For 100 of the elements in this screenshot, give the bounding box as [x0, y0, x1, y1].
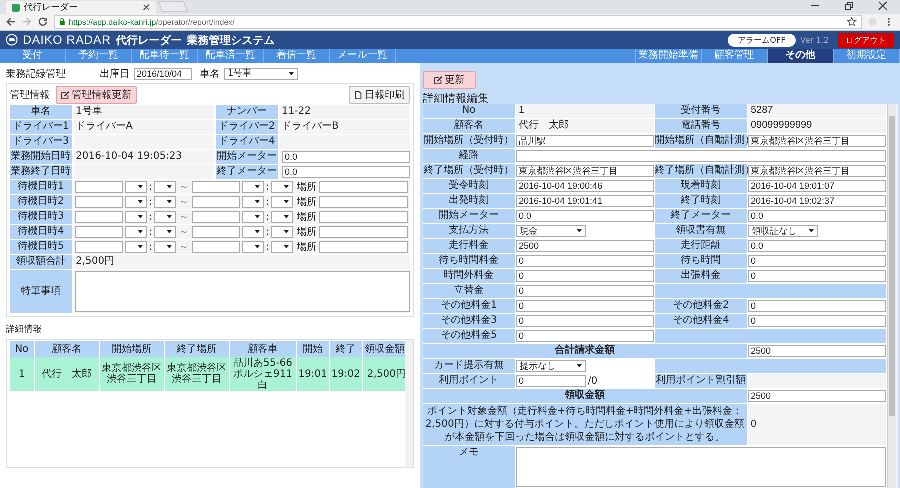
caret-icon [577, 229, 582, 233]
minute-dropdown[interactable] [154, 196, 176, 208]
input-field[interactable]: 0 [748, 255, 886, 267]
input-field[interactable]: 2016-10-04 19:02:37 [748, 195, 886, 207]
input-field[interactable]: 2016-10-04 19:01:41 [516, 195, 654, 207]
close-icon[interactable] [143, 4, 150, 11]
reload-icon[interactable] [38, 17, 48, 27]
field-label: 終了メーター [216, 165, 278, 179]
nav-tab[interactable]: その他 [768, 49, 834, 63]
field-label: 出庫日 [100, 68, 130, 80]
field-label: 領収額合計 [10, 255, 72, 269]
minute-dropdown[interactable] [271, 241, 293, 253]
input-field[interactable]: 0.0 [516, 210, 654, 222]
date-field[interactable] [75, 181, 123, 193]
input-field[interactable]: 東京都渋谷区渋谷三丁目 [748, 165, 886, 177]
input-field[interactable]: 0 [516, 330, 654, 342]
input-field[interactable]: 2500 [516, 240, 654, 252]
input-field[interactable]: 0 [748, 270, 886, 282]
input-field[interactable]: 0 [516, 255, 654, 267]
input-field[interactable]: 2016-10-04 19:01:07 [748, 180, 886, 192]
field-label: 開始メーター [216, 150, 278, 164]
caret-icon [167, 185, 172, 189]
close-icon[interactable] [878, 1, 888, 11]
dropdown[interactable]: 提示なし [516, 360, 586, 372]
date-field[interactable] [192, 211, 240, 223]
date-field[interactable] [75, 241, 123, 253]
input-field[interactable]: 0.0 [748, 210, 886, 222]
place-field[interactable] [319, 241, 408, 253]
update-button[interactable]: 更新 [423, 71, 476, 89]
date-field[interactable]: 2016/10/04 [134, 68, 192, 80]
hour-dropdown[interactable] [242, 181, 264, 193]
route-field[interactable] [516, 150, 886, 162]
date-field[interactable] [75, 211, 123, 223]
hour-dropdown[interactable] [125, 211, 147, 223]
date-field[interactable] [192, 241, 240, 253]
car-dropdown[interactable]: 1号車 [224, 68, 298, 80]
place-field[interactable] [319, 181, 408, 193]
field-label: 場所 [297, 180, 317, 194]
input-field[interactable]: 東京都渋谷区渋谷三丁目 [516, 165, 654, 177]
caret-icon [167, 245, 172, 249]
input-field[interactable]: 0.0 [282, 166, 410, 178]
restore-icon[interactable] [844, 1, 854, 11]
date-field[interactable] [192, 226, 240, 238]
input-field[interactable]: 2500 [748, 345, 886, 357]
place-field[interactable] [319, 211, 408, 223]
hour-dropdown[interactable] [242, 196, 264, 208]
date-field[interactable] [192, 196, 240, 208]
minute-dropdown[interactable] [154, 181, 176, 193]
logo-text: DAIKO RADAR [23, 33, 112, 47]
hour-dropdown[interactable] [125, 241, 147, 253]
hour-dropdown[interactable] [242, 226, 264, 238]
minute-dropdown[interactable] [271, 226, 293, 238]
minute-dropdown[interactable] [271, 196, 293, 208]
input-field[interactable]: 0.0 [748, 240, 886, 252]
minute-dropdown[interactable] [154, 226, 176, 238]
alarm-button[interactable]: アラームOFF [728, 34, 796, 46]
field-label: 場所 [297, 196, 317, 209]
input-field[interactable]: 0 [748, 315, 886, 327]
document-icon [354, 90, 363, 100]
date-field[interactable] [192, 181, 240, 193]
table-cell: 品川あ55-66 ポルシェ911 白 [230, 357, 296, 391]
hour-dropdown[interactable] [125, 196, 147, 208]
place-field[interactable] [319, 226, 408, 238]
back-icon[interactable] [6, 17, 16, 27]
minute-dropdown[interactable] [154, 211, 176, 223]
hour-dropdown[interactable] [242, 241, 264, 253]
date-field[interactable] [75, 226, 123, 238]
input-field[interactable]: 0.0 [282, 151, 410, 163]
remarks-field[interactable] [75, 271, 410, 312]
input-field[interactable]: 0 [516, 285, 654, 297]
minute-dropdown[interactable] [154, 241, 176, 253]
hour-dropdown[interactable] [125, 226, 147, 238]
input-field[interactable]: 0 [516, 300, 654, 312]
caret-icon [255, 185, 260, 189]
star-icon[interactable] [847, 17, 857, 27]
memo-field[interactable] [516, 447, 886, 487]
print-button[interactable]: 日報印刷 [349, 86, 410, 104]
input-field[interactable]: 2500 [748, 390, 886, 402]
table-cell: 2,500円 [363, 357, 407, 391]
dropdown[interactable]: 現金 [516, 225, 586, 237]
logout-button[interactable]: ログアウト [838, 32, 894, 48]
minute-dropdown[interactable] [271, 181, 293, 193]
update-button[interactable]: 管理情報更新 [56, 86, 137, 104]
input-field[interactable]: 東京都渋谷区渋谷三丁目 [748, 135, 886, 147]
minute-dropdown[interactable] [271, 211, 293, 223]
table-cell: 19:01 [297, 357, 329, 391]
input-field[interactable]: 品川駅 [516, 135, 654, 147]
place-field[interactable] [319, 196, 408, 208]
points-field[interactable]: 0 [516, 375, 586, 387]
range-separator: ～ [178, 226, 190, 239]
hour-dropdown[interactable] [242, 211, 264, 223]
address-bar[interactable]: https://app.daiko-kanri.jp/operator/report/index/ [54, 15, 862, 29]
input-field[interactable]: 0 [516, 315, 654, 327]
date-field[interactable] [75, 196, 123, 208]
dropdown[interactable]: 領収証なし [748, 225, 818, 237]
browser-tab[interactable]: 代行レーダー [6, 1, 156, 14]
hour-dropdown[interactable] [125, 181, 147, 193]
input-field[interactable]: 0 [516, 270, 654, 282]
input-field[interactable]: 2016-10-04 19:00:46 [516, 180, 654, 192]
input-field[interactable]: 0 [748, 300, 886, 312]
